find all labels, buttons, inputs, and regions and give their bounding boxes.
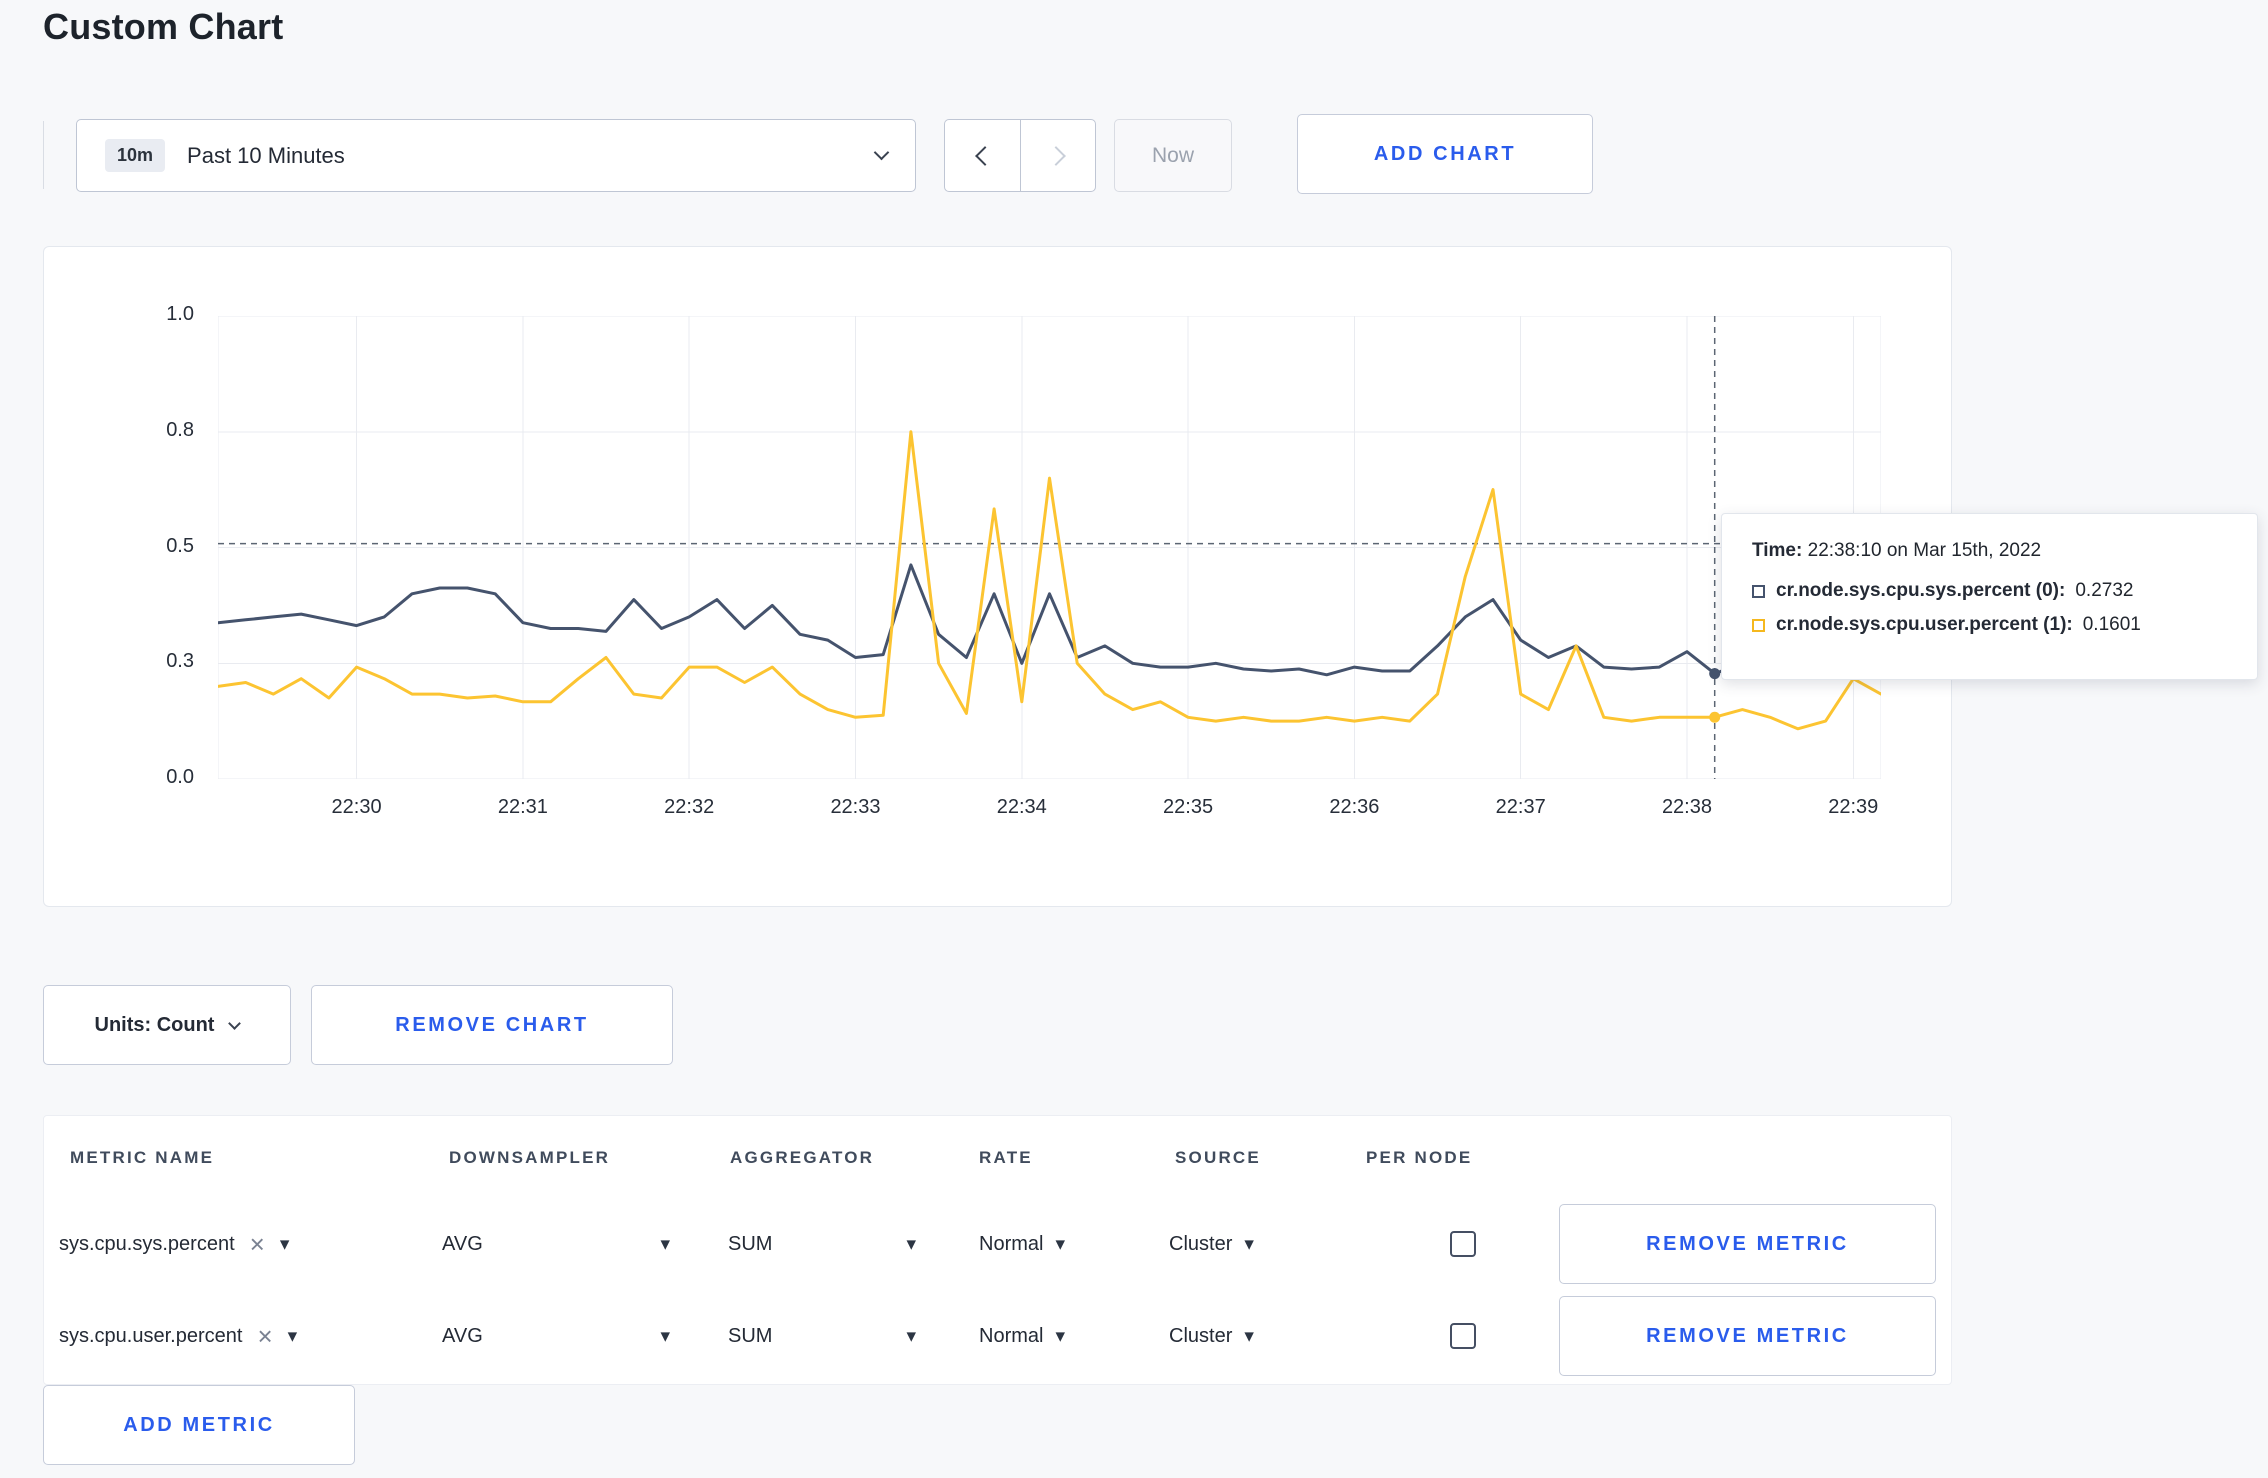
tooltip-series-row: cr.node.sys.cpu.user.percent (1): 0.1601 xyxy=(1752,614,2227,636)
tooltip-time-value: 22:38:10 on Mar 15th, 2022 xyxy=(1807,540,2042,561)
caret-down-icon: ▾ xyxy=(1055,1325,1065,1347)
col-header-aggregator: AGGREGATOR xyxy=(730,1148,875,1167)
y-axis: 0.0 0.3 0.5 0.8 1.0 xyxy=(44,303,194,788)
time-range-badge: 10m xyxy=(105,139,166,172)
metric-name-value: sys.cpu.sys.percent xyxy=(59,1232,235,1255)
metric-name-select[interactable]: sys.cpu.sys.percent × ▾ xyxy=(59,1204,289,1284)
x-axis-label: 22:30 xyxy=(331,796,382,818)
y-axis-label: 1.0 xyxy=(166,303,194,325)
chevron-down-icon xyxy=(873,144,890,161)
tooltip-series-value: 0.1601 xyxy=(2082,614,2141,635)
rate-value: Normal xyxy=(979,1324,1044,1347)
downsampler-value: AVG xyxy=(442,1232,483,1255)
rate-select[interactable]: Normal ▾ xyxy=(979,1296,1065,1376)
downsampler-select[interactable]: AVG ▾ xyxy=(442,1296,670,1376)
x-axis-label: 22:39 xyxy=(1828,796,1879,818)
per-node-cell xyxy=(1366,1204,1559,1284)
chevron-down-icon xyxy=(228,1016,242,1030)
aggregator-select[interactable]: SUM ▾ xyxy=(728,1204,916,1284)
caret-down-icon: ▾ xyxy=(1244,1325,1254,1347)
metrics-table: METRIC NAME DOWNSAMPLER AGGREGATOR RATE … xyxy=(43,1115,1952,1385)
x-axis-label: 22:38 xyxy=(1661,796,1712,818)
clear-metric-icon[interactable]: × xyxy=(250,1231,265,1257)
tooltip-time-row: Time: 22:38:10 on Mar 15th, 2022 xyxy=(1752,540,2227,562)
series-sys-swatch-icon xyxy=(1752,584,1765,598)
units-select[interactable]: Units: Count xyxy=(43,985,291,1065)
downsampler-select[interactable]: AVG ▾ xyxy=(442,1204,670,1284)
remove-metric-button[interactable]: REMOVE METRIC xyxy=(1559,1204,1936,1284)
x-axis-label: 22:35 xyxy=(1163,796,1214,818)
x-axis-label: 22:32 xyxy=(664,796,715,818)
add-chart-button[interactable]: ADD CHART xyxy=(1297,114,1593,194)
chart-tooltip: Time: 22:38:10 on Mar 15th, 2022 cr.node… xyxy=(1721,513,2258,680)
x-axis-label: 22:31 xyxy=(497,796,548,818)
x-axis-label: 22:34 xyxy=(996,796,1047,818)
caret-down-icon: ▾ xyxy=(287,1325,298,1347)
downsampler-value: AVG xyxy=(442,1324,483,1347)
col-header-source: SOURCE xyxy=(1175,1148,1261,1167)
prev-time-button[interactable] xyxy=(944,119,1020,192)
rate-value: Normal xyxy=(979,1232,1044,1255)
y-axis-label: 0.8 xyxy=(166,418,194,441)
caret-down-icon: ▾ xyxy=(906,1325,916,1347)
col-header-rate: RATE xyxy=(979,1148,1033,1167)
tooltip-time-label: Time: xyxy=(1752,540,1803,561)
caret-down-icon: ▾ xyxy=(1055,1233,1065,1255)
chevron-left-icon xyxy=(975,145,995,166)
per-node-checkbox[interactable] xyxy=(1449,1323,1476,1349)
per-node-checkbox[interactable] xyxy=(1449,1231,1476,1257)
caret-down-icon: ▾ xyxy=(906,1233,916,1255)
col-header-downsampler: DOWNSAMPLER xyxy=(449,1148,611,1167)
chart-panel: 0.0 0.3 0.5 0.8 1.0 22:30 22:31 22:32 22:33 22:3… xyxy=(43,246,1952,907)
page-title: Custom Chart xyxy=(43,6,284,47)
tooltip-series-row: cr.node.sys.cpu.sys.percent (0): 0.2732 xyxy=(1752,580,2227,602)
source-value: Cluster xyxy=(1169,1324,1233,1347)
series-user-swatch-icon xyxy=(1752,618,1765,632)
col-header-per-node: PER NODE xyxy=(1366,1148,1473,1167)
add-metric-button[interactable]: ADD METRIC xyxy=(43,1385,355,1465)
x-axis: 22:30 22:31 22:32 22:33 22:34 22:35 22:36 22:37… xyxy=(218,796,1881,826)
units-label: Units: Count xyxy=(94,1013,215,1036)
chart-plot-area[interactable] xyxy=(216,315,1883,780)
caret-down-icon: ▾ xyxy=(660,1325,670,1347)
time-nav-group xyxy=(944,119,1096,192)
caret-down-icon: ▾ xyxy=(279,1233,290,1255)
y-axis-label: 0.0 xyxy=(166,766,194,788)
col-header-metric-name: METRIC NAME xyxy=(70,1148,215,1167)
metric-name-value: sys.cpu.user.percent xyxy=(59,1324,243,1347)
per-node-cell xyxy=(1366,1296,1559,1376)
tooltip-series-label: cr.node.sys.cpu.sys.percent (0): xyxy=(1776,580,2066,601)
clear-metric-icon[interactable]: × xyxy=(257,1323,272,1349)
source-value: Cluster xyxy=(1169,1232,1233,1255)
now-button[interactable]: Now xyxy=(1114,119,1232,192)
time-range-label: Past 10 Minutes xyxy=(187,142,345,168)
chevron-right-icon xyxy=(1045,145,1066,166)
aggregator-value: SUM xyxy=(728,1232,773,1255)
x-axis-label: 22:36 xyxy=(1329,796,1380,818)
x-axis-label: 22:33 xyxy=(830,796,881,818)
source-select[interactable]: Cluster ▾ xyxy=(1169,1204,1254,1284)
y-axis-label: 0.5 xyxy=(166,534,194,557)
source-select[interactable]: Cluster ▾ xyxy=(1169,1296,1254,1376)
remove-metric-button[interactable]: REMOVE METRIC xyxy=(1559,1296,1936,1376)
tooltip-series-value: 0.2732 xyxy=(2075,580,2134,601)
aggregator-value: SUM xyxy=(728,1324,773,1347)
next-time-button[interactable] xyxy=(1020,119,1096,192)
tooltip-series-label: cr.node.sys.cpu.user.percent (1): xyxy=(1776,614,2073,635)
metric-name-select[interactable]: sys.cpu.user.percent × ▾ xyxy=(59,1296,297,1376)
x-axis-label: 22:37 xyxy=(1495,796,1546,818)
toolbar-divider xyxy=(43,121,44,189)
y-axis-label: 0.3 xyxy=(166,650,194,673)
remove-chart-button[interactable]: REMOVE CHART xyxy=(311,985,673,1065)
caret-down-icon: ▾ xyxy=(1244,1233,1254,1255)
rate-select[interactable]: Normal ▾ xyxy=(979,1204,1065,1284)
line-chart xyxy=(216,315,1883,780)
caret-down-icon: ▾ xyxy=(660,1233,670,1255)
aggregator-select[interactable]: SUM ▾ xyxy=(728,1296,916,1376)
time-range-select[interactable]: 10m Past 10 Minutes xyxy=(76,119,916,192)
